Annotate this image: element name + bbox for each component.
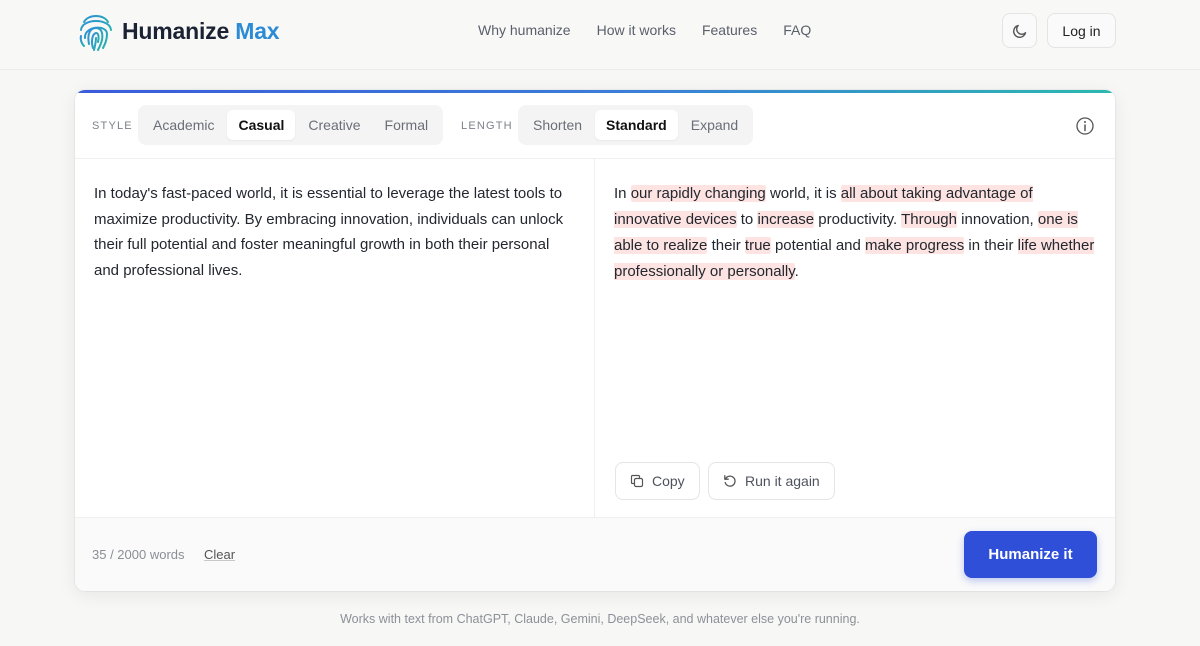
style-selector: Academic Casual Creative Formal: [138, 105, 444, 145]
output-text: In our rapidly changing world, it is all…: [614, 181, 1102, 285]
clear-button[interactable]: Clear: [204, 547, 235, 562]
brand-name-primary: Humanize: [122, 17, 230, 44]
output-phrase: potential and: [770, 237, 866, 254]
tagline: Works with text from ChatGPT, Claude, Ge…: [340, 612, 860, 626]
fingerprint-icon: [79, 15, 112, 51]
info-icon[interactable]: [1075, 116, 1095, 136]
brand-name: Humanize Max: [122, 17, 280, 45]
length-option-expand[interactable]: Expand: [680, 110, 749, 140]
nav-faq[interactable]: FAQ: [783, 22, 811, 38]
style-label: STYLE: [92, 120, 133, 132]
refresh-icon: [724, 475, 736, 487]
output-phrase: productivity.: [814, 211, 902, 228]
length-option-standard[interactable]: Standard: [595, 110, 678, 140]
length-option-shorten[interactable]: Shorten: [522, 110, 593, 140]
output-phrase: world, it is: [765, 185, 841, 202]
card-footer: 35 / 2000 words Clear Humanize it: [75, 517, 1115, 591]
input-pane[interactable]: In today's fast-paced world, it is essen…: [75, 159, 595, 517]
nav-why-humanize[interactable]: Why humanize: [478, 22, 571, 38]
output-phrase: their: [707, 237, 745, 254]
changed-phrase: Through: [901, 211, 957, 228]
options-toolbar: STYLE Academic Casual Creative Formal LE…: [75, 93, 1115, 159]
copy-label: Copy: [652, 473, 685, 489]
length-label: LENGTH: [461, 120, 513, 132]
style-option-casual[interactable]: Casual: [227, 110, 296, 140]
nav-features[interactable]: Features: [702, 22, 757, 38]
output-phrase: in their: [964, 237, 1018, 254]
output-phrase: innovation,: [957, 211, 1038, 228]
changed-phrase: make progress: [865, 237, 965, 254]
run-again-button[interactable]: Run it again: [708, 462, 835, 500]
moon-icon: [1012, 24, 1026, 38]
top-navigation-bar: Humanize Max Why humanize How it works F…: [0, 0, 1200, 70]
run-again-label: Run it again: [745, 473, 820, 489]
changed-phrase: true: [744, 237, 771, 254]
output-phrase: .: [794, 263, 799, 280]
copy-icon: [630, 474, 644, 488]
output-pane: In our rapidly changing world, it is all…: [595, 159, 1115, 517]
copy-button[interactable]: Copy: [615, 462, 700, 500]
changed-phrase: our rapidly changing: [630, 185, 766, 202]
nav-how-it-works[interactable]: How it works: [597, 22, 676, 38]
style-option-academic[interactable]: Academic: [142, 110, 225, 140]
humanizer-card: STYLE Academic Casual Creative Formal LE…: [75, 90, 1115, 591]
theme-toggle-button[interactable]: [1002, 13, 1037, 48]
brand-logo[interactable]: Humanize Max: [76, 8, 280, 54]
output-phrase: In: [614, 185, 631, 202]
word-count: 35 / 2000 words: [92, 547, 185, 562]
humanize-button[interactable]: Humanize it: [964, 531, 1097, 578]
style-option-creative[interactable]: Creative: [297, 110, 371, 140]
login-button[interactable]: Log in: [1047, 13, 1116, 48]
input-textarea[interactable]: In today's fast-paced world, it is essen…: [94, 181, 574, 283]
main-nav: Why humanize How it works Features FAQ: [478, 22, 811, 38]
length-selector: Shorten Standard Expand: [518, 105, 754, 145]
style-option-formal[interactable]: Formal: [374, 110, 440, 140]
brand-name-accent: Max: [235, 17, 280, 44]
output-phrase: to: [736, 211, 758, 228]
changed-phrase: increase: [757, 211, 815, 228]
